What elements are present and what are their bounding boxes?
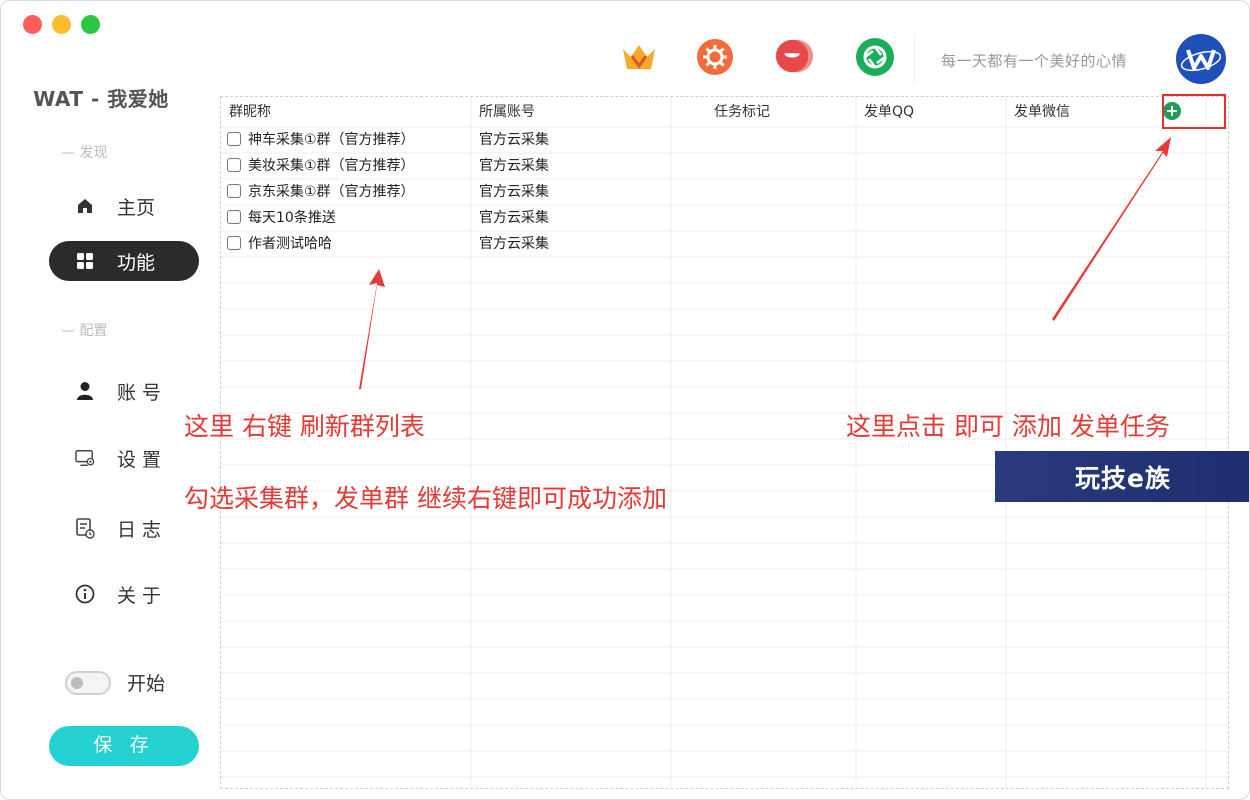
table-row-name: 美妆采集①群（官方推荐） bbox=[227, 153, 415, 179]
column-header-wechat[interactable]: 发单微信 bbox=[1006, 97, 1070, 127]
row-name-text: 京东采集①群（官方推荐） bbox=[248, 184, 415, 200]
sidebar-item-log[interactable]: 日 志 bbox=[49, 508, 199, 548]
table-row-name: 京东采集①群（官方推荐） bbox=[227, 179, 415, 205]
user-icon bbox=[75, 381, 95, 401]
info-icon bbox=[75, 584, 95, 604]
annotation-add-task: 这里点击 即可 添加 发单任务 bbox=[846, 412, 1170, 441]
table-row-account: 官方云采集 bbox=[479, 236, 549, 252]
sidebar-item-about[interactable]: 关 于 bbox=[49, 574, 199, 614]
table-row-account: 官方云采集 bbox=[479, 158, 549, 174]
annotation-check-groups: 勾选采集群，发单群 继续右键即可成功添加 bbox=[184, 484, 667, 513]
motto-text: 每一天都有一个美好的心情 bbox=[941, 52, 1128, 70]
row-name-text: 神车采集①群（官方推荐） bbox=[248, 132, 415, 148]
red-chat-icon[interactable] bbox=[774, 37, 814, 77]
toggle-knob bbox=[71, 676, 83, 689]
row-name-text: 每天10条推送 bbox=[248, 210, 336, 226]
row-checkbox[interactable] bbox=[227, 184, 241, 198]
sidebar-item-settings[interactable]: 设 置 bbox=[49, 438, 199, 478]
row-name-text: 作者测试哈哈 bbox=[248, 236, 332, 252]
column-header-account[interactable]: 所属账号 bbox=[471, 97, 535, 127]
avatar[interactable] bbox=[1176, 34, 1226, 84]
start-toggle[interactable] bbox=[65, 670, 111, 695]
table-row-account: 官方云采集 bbox=[479, 184, 549, 200]
sidebar-item-features[interactable]: 功能 bbox=[49, 241, 199, 281]
table-row-name: 每天10条推送 bbox=[227, 205, 336, 231]
sidebar-item-label: 日 志 bbox=[117, 518, 162, 541]
section-label-config: — 配置 bbox=[61, 323, 108, 339]
row-checkbox[interactable] bbox=[227, 210, 241, 224]
column-header-nickname[interactable]: 群昵称 bbox=[221, 97, 271, 127]
sidebar-item-home[interactable]: 主页 bbox=[49, 186, 199, 226]
row-checkbox[interactable] bbox=[227, 132, 241, 146]
app-title: WAT - 我爱她 bbox=[33, 87, 169, 111]
table-row-account: 官方云采集 bbox=[479, 210, 549, 226]
start-toggle-row: 开始 bbox=[65, 669, 165, 696]
sidebar-item-label: 设 置 bbox=[117, 448, 162, 471]
start-toggle-label: 开始 bbox=[127, 673, 166, 695]
home-icon bbox=[75, 196, 95, 216]
crown-vip-icon[interactable] bbox=[619, 37, 659, 77]
column-header-qq[interactable]: 发单QQ bbox=[856, 97, 914, 127]
row-checkbox[interactable] bbox=[227, 158, 241, 172]
app-window: WAT - 我爱她 — 发现 主页 功能 — 配置 账 号 设 置 日 志 关 … bbox=[0, 0, 1250, 800]
row-name-text: 美妆采集①群（官方推荐） bbox=[248, 158, 415, 174]
add-button-highlight-box bbox=[1162, 94, 1226, 129]
orange-settings-icon[interactable] bbox=[695, 37, 735, 77]
watermark-logo: 玩技e族 bbox=[995, 451, 1249, 502]
green-aperture-icon[interactable] bbox=[855, 37, 895, 77]
annotation-refresh-list: 这里 右键 刷新群列表 bbox=[184, 412, 425, 441]
sidebar: WAT - 我爱她 — 发现 主页 功能 — 配置 账 号 设 置 日 志 关 … bbox=[1, 1, 219, 799]
sidebar-item-label: 主页 bbox=[117, 196, 156, 219]
sidebar-item-label: 功能 bbox=[117, 251, 156, 274]
section-label-discover: — 发现 bbox=[61, 145, 108, 161]
sidebar-item-label: 关 于 bbox=[117, 584, 162, 607]
sidebar-item-label: 账 号 bbox=[117, 381, 162, 404]
sidebar-item-account[interactable]: 账 号 bbox=[49, 371, 199, 411]
monitor-settings-icon bbox=[75, 448, 95, 468]
grid-icon bbox=[75, 251, 95, 271]
header-divider bbox=[914, 35, 915, 83]
column-header-task-mark[interactable]: 任务标记 bbox=[706, 97, 770, 127]
row-checkbox[interactable] bbox=[227, 236, 241, 250]
table-row-name: 作者测试哈哈 bbox=[227, 231, 332, 257]
table-row-name: 神车采集①群（官方推荐） bbox=[227, 127, 415, 153]
log-icon bbox=[75, 518, 95, 539]
table-row-account: 官方云采集 bbox=[479, 132, 549, 148]
save-button[interactable]: 保 存 bbox=[49, 726, 199, 766]
